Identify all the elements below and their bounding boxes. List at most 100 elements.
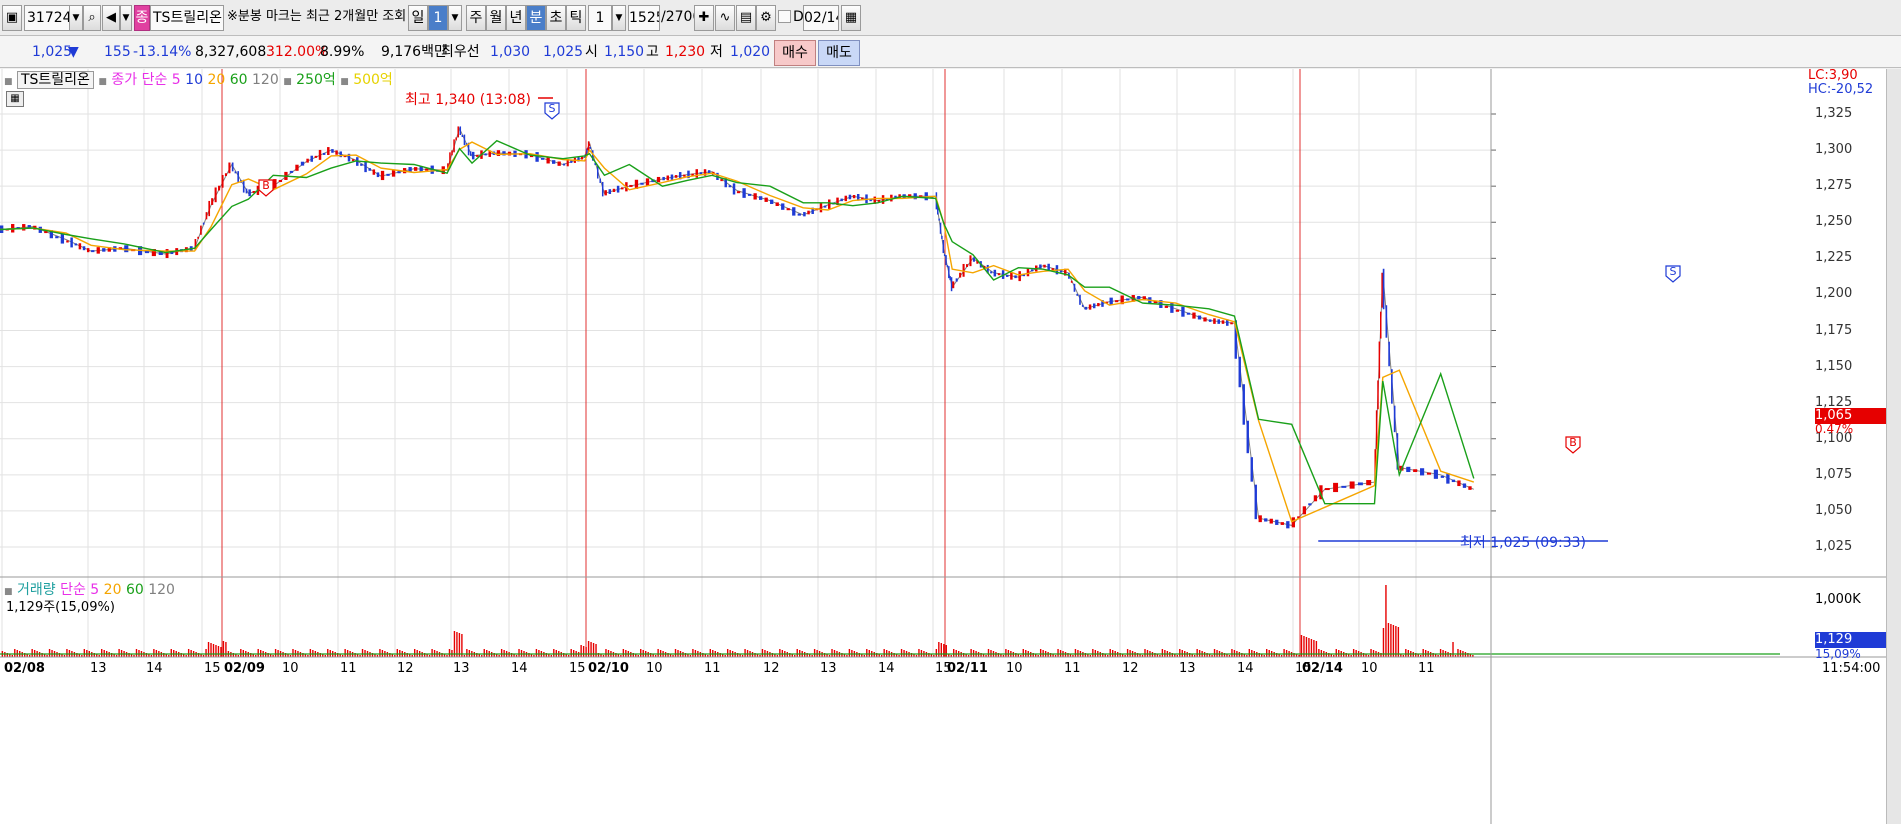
legend-stock-name[interactable]: TS트릴리온 bbox=[16, 71, 94, 89]
candle bbox=[1126, 298, 1130, 301]
candle bbox=[1341, 485, 1347, 488]
candle bbox=[1381, 272, 1383, 308]
window-menu-icon[interactable]: ▣ bbox=[2, 5, 22, 31]
candle bbox=[596, 166, 599, 179]
candle bbox=[840, 198, 843, 202]
date-input[interactable]: 02/14 bbox=[803, 5, 839, 31]
buy-button[interactable]: 매수 bbox=[774, 40, 816, 66]
chevron-down-icon[interactable]: ▼ bbox=[612, 5, 626, 31]
candle bbox=[96, 247, 100, 254]
volume-bar bbox=[585, 647, 587, 657]
candle bbox=[1275, 519, 1279, 525]
x-axis-label: 11 bbox=[704, 661, 721, 676]
candle bbox=[1324, 488, 1330, 491]
volume-bar bbox=[1452, 642, 1454, 657]
candle bbox=[102, 248, 106, 252]
stock-code-input[interactable]: 317240 bbox=[24, 5, 70, 31]
high-label: 고 bbox=[646, 44, 659, 60]
candle bbox=[1197, 315, 1202, 320]
chevron-down-icon[interactable]: ▼ bbox=[448, 5, 462, 31]
candle bbox=[972, 257, 975, 262]
candle bbox=[728, 185, 732, 188]
legend-square-icon: ■ bbox=[283, 77, 292, 87]
x-axis-label: 02/09 bbox=[224, 661, 265, 676]
volume-bar bbox=[205, 649, 207, 657]
volume-bar bbox=[396, 649, 399, 657]
gear-icon[interactable]: ⚙ bbox=[756, 5, 776, 31]
search-icon[interactable]: ⌕ bbox=[83, 5, 101, 31]
speaker-icon[interactable]: ◀ bbox=[102, 5, 120, 31]
candle bbox=[231, 162, 234, 172]
volume-bar bbox=[292, 649, 294, 657]
count-input[interactable]: 1525 bbox=[628, 5, 660, 31]
candle bbox=[946, 265, 949, 268]
chevron-down-icon[interactable]: ▼ bbox=[69, 5, 83, 31]
volume-bar bbox=[953, 649, 955, 657]
interval-input[interactable]: 1 bbox=[588, 5, 612, 31]
candle bbox=[453, 139, 455, 153]
volume-bar bbox=[466, 649, 468, 657]
candle bbox=[484, 153, 487, 156]
volume-bar bbox=[309, 649, 312, 657]
period-year[interactable]: 년 bbox=[506, 5, 526, 31]
volume-bar bbox=[1074, 649, 1077, 657]
x-axis-label: 13 bbox=[820, 661, 837, 676]
period-day[interactable]: 일 bbox=[408, 5, 428, 31]
x-axis-label: 13 bbox=[1179, 661, 1196, 676]
candle bbox=[1238, 356, 1241, 388]
legend-ma-60: 60 bbox=[229, 72, 248, 88]
trendline-icon[interactable]: ∿ bbox=[715, 5, 735, 31]
calendar-icon[interactable]: ▦ bbox=[841, 5, 861, 31]
volume-bar bbox=[553, 649, 555, 657]
legend-square-icon: ■ bbox=[98, 77, 107, 87]
volume-bar bbox=[796, 649, 798, 657]
price-chart[interactable]: S B S B bbox=[0, 69, 1887, 824]
chart-area[interactable]: S B S B ■ TS트릴리온 ■ 종가 단순 5 10 20 60 120 ■ 2… bbox=[0, 68, 1901, 824]
candle bbox=[496, 150, 501, 156]
period-second[interactable]: 초 bbox=[546, 5, 566, 31]
candle bbox=[1286, 521, 1290, 529]
stock-name-field[interactable]: TS트릴리온 bbox=[150, 5, 224, 31]
open-label: 시 bbox=[585, 44, 598, 60]
x-axis-label: 11 bbox=[1064, 661, 1081, 676]
candle bbox=[364, 161, 367, 173]
best-ask: 1,030 bbox=[490, 44, 531, 60]
candle bbox=[1181, 306, 1185, 317]
volume-bar bbox=[1370, 649, 1372, 657]
save-icon[interactable]: ▤ bbox=[736, 5, 756, 31]
candle bbox=[1081, 304, 1084, 307]
indicator-icon[interactable]: ✚ bbox=[694, 5, 714, 31]
price-tick-label: 1,300 bbox=[1815, 142, 1853, 158]
candle bbox=[966, 264, 969, 267]
candle bbox=[1413, 469, 1418, 473]
candle bbox=[1264, 518, 1268, 522]
candle bbox=[78, 243, 82, 250]
chevron-down-icon[interactable]: ▼ bbox=[120, 5, 132, 31]
volume-bar bbox=[1405, 649, 1407, 657]
candle bbox=[640, 182, 644, 185]
candle bbox=[1313, 495, 1318, 502]
grid-toggle-icon[interactable]: ▦ bbox=[6, 91, 24, 107]
volume-bar bbox=[657, 649, 659, 657]
sell-button[interactable]: 매도 bbox=[818, 40, 860, 66]
candle bbox=[1073, 283, 1076, 292]
price-tick-label: 1,325 bbox=[1815, 106, 1853, 121]
volume-bar bbox=[414, 649, 416, 657]
price-tick-label: 1,225 bbox=[1815, 250, 1853, 266]
volume-bar bbox=[1390, 624, 1392, 657]
period-tick[interactable]: 틱 bbox=[566, 5, 586, 31]
vertical-scrollbar[interactable] bbox=[1886, 69, 1901, 824]
down-arrow-icon: ▼ bbox=[68, 44, 79, 60]
x-axis-label: 12 bbox=[397, 661, 414, 676]
volume-bar bbox=[940, 643, 943, 657]
x-axis-label: 15 bbox=[204, 661, 221, 676]
d-checkbox[interactable] bbox=[778, 10, 791, 23]
period-week[interactable]: 주 bbox=[466, 5, 486, 31]
period-month[interactable]: 월 bbox=[486, 5, 506, 31]
candle bbox=[1018, 271, 1021, 282]
period-minute[interactable]: 분 bbox=[526, 5, 546, 31]
period-day-count[interactable]: 1 bbox=[428, 5, 448, 31]
volume-axis: 1,000K 1,129 15,09% bbox=[1815, 577, 1887, 661]
volume-bar bbox=[1005, 649, 1007, 657]
x-axis-label: 14 bbox=[146, 661, 163, 676]
